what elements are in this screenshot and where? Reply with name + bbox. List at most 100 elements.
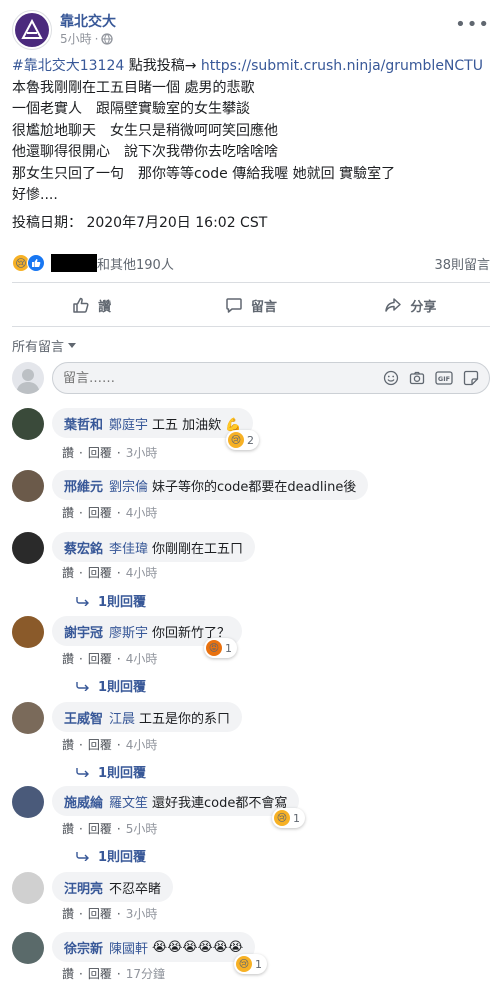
- comment-time[interactable]: 4小時: [126, 564, 158, 581]
- comment-time[interactable]: 5小時: [126, 820, 158, 837]
- comment-reply-link[interactable]: 回覆: [88, 504, 112, 521]
- page-avatar[interactable]: [12, 10, 52, 50]
- share-button[interactable]: 分享: [331, 288, 490, 322]
- comment-button[interactable]: 留言: [171, 288, 330, 322]
- comment-like-link[interactable]: 讚: [62, 444, 74, 461]
- comment-input-box[interactable]: GIF: [52, 362, 490, 394]
- comment-item: 邢維元 劉宗倫 妹子等你的code都要在deadline後 讚 · 回覆 · 4小時: [12, 470, 490, 521]
- commenter-avatar[interactable]: [12, 786, 44, 818]
- commenter-avatar[interactable]: [12, 872, 44, 904]
- comment-like-link[interactable]: 讚: [62, 820, 74, 837]
- action-bar: 讚 留言 分享: [12, 288, 490, 322]
- commenter-avatar[interactable]: [12, 408, 44, 440]
- commenter-avatar[interactable]: [12, 932, 44, 964]
- sticker-icon[interactable]: [463, 370, 479, 386]
- post-time[interactable]: 5小時: [60, 31, 92, 47]
- share-label: 分享: [410, 299, 437, 315]
- comment-actions: 讚 · 回覆 · 3小時: [62, 444, 157, 461]
- post-body: #靠北交大13124 點我投稿→ https://submit.crush.ni…: [12, 56, 492, 234]
- comment-author[interactable]: 徐宗新: [64, 938, 103, 957]
- comment-reaction-count[interactable]: 😢 1: [272, 808, 305, 828]
- view-replies-link[interactable]: 1則回覆: [76, 676, 146, 695]
- like-button[interactable]: 讚: [12, 288, 171, 322]
- comment-text: 工五是你的系ㄇ: [139, 711, 231, 727]
- gif-icon[interactable]: GIF: [435, 370, 453, 386]
- reaction-count: 2: [247, 433, 254, 447]
- comment-count[interactable]: 38則留言: [434, 254, 490, 273]
- comment-reply-link[interactable]: 回覆: [88, 820, 112, 837]
- comment-reply-link[interactable]: 回覆: [88, 444, 112, 461]
- comment-tag[interactable]: 李佳瑋: [109, 538, 148, 557]
- comment-like-link[interactable]: 讚: [62, 736, 74, 753]
- comment-author[interactable]: 謝宇冠: [64, 622, 103, 641]
- comment-time[interactable]: 4小時: [126, 650, 158, 667]
- separator: ·: [116, 737, 121, 752]
- comment-like-link[interactable]: 讚: [62, 965, 74, 982]
- comment-tag[interactable]: 陳國軒: [109, 938, 148, 957]
- emoji-icon[interactable]: [383, 370, 399, 386]
- post-header: 靠北交大 5小時 ·: [12, 8, 116, 52]
- view-replies-link[interactable]: 1則回覆: [76, 762, 146, 781]
- comment-item: 施威綸 羅文笙 還好我連code都不會寫 😢 1 讚 · 回覆 · 5小時 1則回覆: [12, 786, 490, 865]
- submit-url-link[interactable]: https://submit.crush.ninja/grumbleNCTU: [201, 58, 483, 74]
- comment-reaction-count[interactable]: 😡 1: [204, 638, 237, 658]
- post-line: 一個老實人 跟隔壁實驗室的女生攀談: [12, 101, 250, 117]
- comment-author[interactable]: 王威智: [64, 708, 103, 727]
- comment-tag[interactable]: 江晨: [109, 708, 135, 727]
- view-replies-link[interactable]: 1則回覆: [76, 846, 146, 865]
- angry-reaction-icon: 😡: [206, 640, 222, 656]
- comment-time[interactable]: 3小時: [126, 905, 158, 922]
- comment-time[interactable]: 4小時: [126, 736, 158, 753]
- comment-time[interactable]: 4小時: [126, 504, 158, 521]
- comment-item: 汪明亮 不忍卒睹 讚 · 回覆 · 3小時: [12, 872, 490, 922]
- comment-tag[interactable]: 廖斯宇: [109, 622, 148, 641]
- comment-sort-dropdown[interactable]: 所有留言: [12, 336, 77, 355]
- view-replies-link[interactable]: 1則回覆: [76, 591, 146, 610]
- commenter-avatar[interactable]: [12, 616, 44, 648]
- comment-time[interactable]: 17分鐘: [126, 965, 165, 982]
- comment-actions: 讚 · 回覆 · 17分鐘: [62, 965, 165, 982]
- camera-icon[interactable]: [409, 370, 425, 386]
- sad-reaction-icon: 😢: [274, 810, 290, 826]
- commenter-avatar[interactable]: [12, 532, 44, 564]
- comment-author[interactable]: 蔡宏銘: [64, 538, 103, 557]
- comment-text: 還好我連code都不會寫: [152, 795, 288, 811]
- comment-reply-link[interactable]: 回覆: [88, 965, 112, 982]
- comment-reply-link[interactable]: 回覆: [88, 736, 112, 753]
- comment-like-link[interactable]: 讚: [62, 504, 74, 521]
- comment-like-link[interactable]: 讚: [62, 650, 74, 667]
- comment-reaction-count[interactable]: 😢 1: [234, 954, 267, 974]
- reaction-others[interactable]: 和其他190人: [97, 254, 174, 273]
- comment-input[interactable]: [63, 370, 383, 386]
- commenter-avatar[interactable]: [12, 470, 44, 502]
- reactions-summary[interactable]: 😢 和其他190人 38則留言: [12, 252, 490, 274]
- comment-reply-link[interactable]: 回覆: [88, 564, 112, 581]
- comment-tag[interactable]: 羅文笙: [109, 792, 148, 811]
- separator: ·: [79, 966, 83, 981]
- hashtag-link[interactable]: #靠北交大13124: [12, 58, 124, 74]
- comment-actions: 讚 · 回覆 · 4小時: [62, 736, 157, 753]
- comment-author[interactable]: 葉哲和: [64, 414, 103, 433]
- comment-like-link[interactable]: 讚: [62, 905, 74, 922]
- comment-author[interactable]: 邢維元: [64, 476, 103, 495]
- page-name[interactable]: 靠北交大: [60, 13, 116, 31]
- replies-count: 1則回覆: [98, 595, 147, 610]
- comment-tag[interactable]: 劉宗倫: [109, 476, 148, 495]
- more-options-icon[interactable]: •••: [455, 14, 490, 35]
- comment-reply-link[interactable]: 回覆: [88, 905, 112, 922]
- comment-bubble: 蔡宏銘 李佳瑋 你剛剛在工五ㄇ: [52, 532, 256, 562]
- comment-tag[interactable]: 鄭庭宇: [109, 414, 148, 433]
- commenter-avatar[interactable]: [12, 702, 44, 734]
- comment-author[interactable]: 汪明亮: [64, 878, 103, 897]
- divider: [12, 282, 490, 283]
- comment-author[interactable]: 施威綸: [64, 792, 103, 811]
- like-reaction-icon: [27, 254, 45, 272]
- comment-reaction-count[interactable]: 😢 2: [226, 430, 259, 450]
- comment-time[interactable]: 3小時: [126, 444, 158, 461]
- reply-arrow-icon: [76, 681, 89, 691]
- reaction-count: 1: [255, 957, 262, 971]
- comment-actions: 讚 · 回覆 · 4小時: [62, 650, 157, 667]
- comment-reply-link[interactable]: 回覆: [88, 650, 112, 667]
- comment-like-link[interactable]: 讚: [62, 564, 74, 581]
- comment-actions: 讚 · 回覆 · 4小時: [62, 564, 157, 581]
